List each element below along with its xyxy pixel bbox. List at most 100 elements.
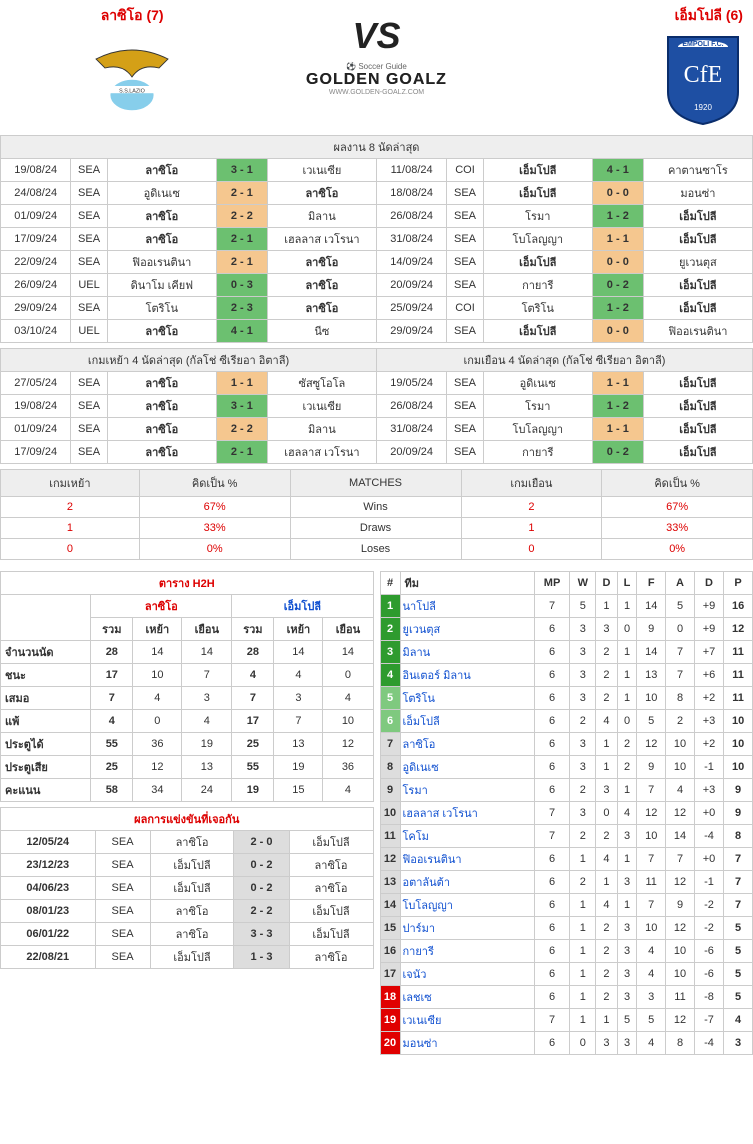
wld-matches-hdr: MATCHES bbox=[290, 470, 461, 497]
home-team-name: ลาซิโอ (7) bbox=[10, 5, 254, 27]
svg-text:1920: 1920 bbox=[694, 103, 712, 112]
wld-table: เกมเหย้า คิดเป็น % MATCHES เกมเยือน คิดเ… bbox=[0, 469, 753, 560]
wld-home-hdr: เกมเหย้า bbox=[1, 470, 140, 497]
meetings-title: ผลการแข่งขันที่เจอกัน bbox=[1, 808, 374, 831]
match-date: 24/08/24 bbox=[1, 182, 71, 205]
score: 2 - 1 bbox=[216, 228, 267, 251]
standings-row: 4อินเตอร์ มิลาน6321137+611 bbox=[380, 664, 753, 687]
meeting-row: 23/12/23SEAเอ็มโปลี0 - 2ลาซิโอ bbox=[1, 854, 374, 877]
team-link[interactable]: กายารี bbox=[400, 940, 534, 963]
team-link[interactable]: มิลาน bbox=[400, 641, 534, 664]
last8-title: ผลงาน 8 นัดล่าสุด bbox=[1, 136, 753, 159]
match-row: 01/09/24SEAลาซิโอ2 - 2มิลาน26/08/24SEAโร… bbox=[1, 205, 753, 228]
match-comp: SEA bbox=[447, 251, 483, 274]
team-link[interactable]: เอ็มโปลี bbox=[400, 710, 534, 733]
standings-row: 18เลชเซ6123311-85 bbox=[380, 986, 753, 1009]
home-team: เอ็มโปลี bbox=[483, 320, 592, 343]
team-link[interactable]: มอนซ่า bbox=[400, 1032, 534, 1055]
lazio-logo-icon: S.S.LAZIO bbox=[87, 32, 177, 122]
away-team: ลาซิโอ bbox=[267, 182, 376, 205]
home-team: ดินาโม เคียฟ bbox=[107, 274, 216, 297]
vs-block: VS ⚽ Soccer Guide GOLDEN GOALZ WWW.GOLDE… bbox=[254, 5, 498, 96]
match-comp: UEL bbox=[71, 274, 107, 297]
team-link[interactable]: โคโม bbox=[400, 825, 534, 848]
standings-row: 12ฟิออเรนตินา614177+07 bbox=[380, 848, 753, 871]
team-link[interactable]: เจนัว bbox=[400, 963, 534, 986]
match-comp: SEA bbox=[447, 228, 483, 251]
match-row: 01/09/24SEAลาซิโอ2 - 2มิลาน31/08/24SEAโบ… bbox=[1, 418, 753, 441]
team-link[interactable]: โรมา bbox=[400, 779, 534, 802]
match-date: 01/09/24 bbox=[1, 205, 71, 228]
score: 0 - 2 bbox=[592, 274, 643, 297]
match-comp: COI bbox=[447, 159, 483, 182]
match-comp: SEA bbox=[71, 297, 107, 320]
match-comp: SEA bbox=[71, 159, 107, 182]
team-link[interactable]: โตริโน bbox=[400, 687, 534, 710]
match-comp: SEA bbox=[447, 205, 483, 228]
team-link[interactable]: ฟิออเรนตินา bbox=[400, 848, 534, 871]
rank-cell: 10 bbox=[380, 802, 400, 825]
wld-pctl-hdr: คิดเป็น % bbox=[139, 470, 290, 497]
last8-table: ผลงาน 8 นัดล่าสุด 19/08/24SEAลาซิโอ3 - 1… bbox=[0, 135, 753, 343]
away-team: เฮลลาส เวโรนา bbox=[267, 228, 376, 251]
team-link[interactable]: นาโปลี bbox=[400, 595, 534, 618]
away-team: ลาซิโอ bbox=[267, 251, 376, 274]
match-row: 17/09/24SEAลาซิโอ2 - 1เฮลลาส เวโรนา31/08… bbox=[1, 228, 753, 251]
wld-row: 133%Draws133% bbox=[1, 518, 753, 539]
match-header: ลาซิโอ (7) S.S.LAZIO VS ⚽ Soccer Guide G… bbox=[0, 0, 753, 135]
match-date: 22/09/24 bbox=[1, 251, 71, 274]
home-team-block: ลาซิโอ (7) S.S.LAZIO bbox=[10, 5, 254, 125]
match-comp: UEL bbox=[71, 320, 107, 343]
rank-cell: 7 bbox=[380, 733, 400, 756]
home-team: โรมา bbox=[483, 205, 592, 228]
team-link[interactable]: ปาร์มา bbox=[400, 917, 534, 940]
h2h-row: คะแนน58342419154 bbox=[1, 779, 374, 802]
team-link[interactable]: เลชเซ bbox=[400, 986, 534, 1009]
h2h-row: จำนวนนัด281414281414 bbox=[1, 641, 374, 664]
match-date: 03/10/24 bbox=[1, 320, 71, 343]
rank-cell: 18 bbox=[380, 986, 400, 1009]
team-link[interactable]: อูดิเนเซ bbox=[400, 756, 534, 779]
last4-table: เกมเหย้า 4 นัดล่าสุด (กัลโช่ ซีเรียอา อิ… bbox=[0, 348, 753, 464]
home-team: เอ็มโปลี bbox=[483, 182, 592, 205]
away-team-name: เอ็มโปลี (6) bbox=[499, 5, 743, 27]
standings-row: 17เจนัว6123410-65 bbox=[380, 963, 753, 986]
score: 2 - 1 bbox=[216, 251, 267, 274]
rank-cell: 4 bbox=[380, 664, 400, 687]
team-link[interactable]: เวเนเซีย bbox=[400, 1009, 534, 1032]
home-team: โตริโน bbox=[107, 297, 216, 320]
match-row: 17/09/24SEAลาซิโอ2 - 1เฮลลาส เวโรนา20/09… bbox=[1, 441, 753, 464]
away-team: เอ็มโปลี bbox=[643, 205, 752, 228]
h2h-row: ประตูได้553619251312 bbox=[1, 733, 374, 756]
home-team: โตริโน bbox=[483, 297, 592, 320]
rank-cell: 19 bbox=[380, 1009, 400, 1032]
team-link[interactable]: อตาลันต้า bbox=[400, 871, 534, 894]
rank-cell: 11 bbox=[380, 825, 400, 848]
standings-row: 19เวเนเซีย7115512-74 bbox=[380, 1009, 753, 1032]
match-comp: SEA bbox=[71, 251, 107, 274]
match-row: 29/09/24SEAโตริโน2 - 3ลาซิโอ25/09/24COIโ… bbox=[1, 297, 753, 320]
team-link[interactable]: ลาซิโอ bbox=[400, 733, 534, 756]
team-link[interactable]: อินเตอร์ มิลาน bbox=[400, 664, 534, 687]
match-date: 29/09/24 bbox=[1, 297, 71, 320]
team-link[interactable]: ยูเวนตุส bbox=[400, 618, 534, 641]
rank-cell: 6 bbox=[380, 710, 400, 733]
rank-cell: 20 bbox=[380, 1032, 400, 1055]
away-team: ยูเวนตุส bbox=[643, 251, 752, 274]
meeting-row: 12/05/24SEAลาซิโอ2 - 0เอ็มโปลี bbox=[1, 831, 374, 854]
away-team: เวเนเซีย bbox=[267, 159, 376, 182]
wld-row: 267%Wins267% bbox=[1, 497, 753, 518]
standings-row: 14โบโลญญา614179-27 bbox=[380, 894, 753, 917]
home-team: ลาซิโอ bbox=[107, 320, 216, 343]
match-comp: SEA bbox=[447, 320, 483, 343]
rank-cell: 17 bbox=[380, 963, 400, 986]
standings-row: 20มอนซ่า603348-43 bbox=[380, 1032, 753, 1055]
away-team: เอ็มโปลี bbox=[643, 228, 752, 251]
team-link[interactable]: เฮลลาส เวโรนา bbox=[400, 802, 534, 825]
score: 1 - 1 bbox=[592, 228, 643, 251]
vs-label: VS bbox=[254, 15, 498, 57]
standings-row: 16กายารี6123410-65 bbox=[380, 940, 753, 963]
home-team: เอ็มโปลี bbox=[483, 159, 592, 182]
match-date: 11/08/24 bbox=[376, 159, 446, 182]
team-link[interactable]: โบโลญญา bbox=[400, 894, 534, 917]
